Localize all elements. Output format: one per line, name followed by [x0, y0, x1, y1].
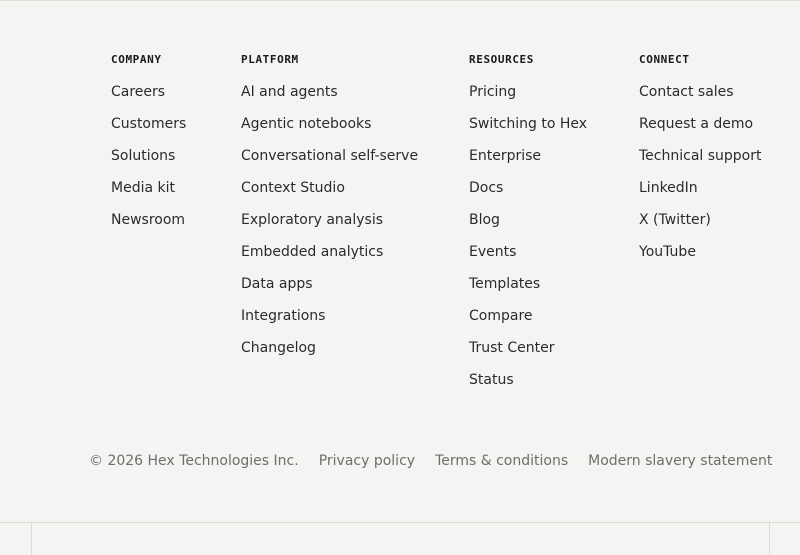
- column-heading-resources: RESOURCES: [469, 53, 535, 66]
- footer-link-compare[interactable]: Compare: [469, 308, 533, 324]
- footer-link-changelog[interactable]: Changelog: [241, 340, 316, 356]
- footer-link-x-twitter[interactable]: X (Twitter): [639, 212, 711, 228]
- footer-column-resources: RESOURCES Pricing Switching to Hex Enter…: [469, 53, 587, 403]
- bottom-right-edge-line: [769, 522, 770, 555]
- footer-link-embedded-analytics[interactable]: Embedded analytics: [241, 244, 383, 260]
- footer-link-customers[interactable]: Customers: [111, 116, 186, 132]
- footer-link-data-apps[interactable]: Data apps: [241, 276, 313, 292]
- terms-conditions-link[interactable]: Terms & conditions: [435, 452, 568, 470]
- footer-link-enterprise[interactable]: Enterprise: [469, 148, 541, 164]
- legal-bar: © 2026 Hex Technologies Inc. Privacy pol…: [89, 452, 772, 470]
- footer-link-technical-support[interactable]: Technical support: [639, 148, 762, 164]
- footer-link-contact-sales[interactable]: Contact sales: [639, 84, 734, 100]
- column-heading-platform: PLATFORM: [241, 53, 299, 66]
- footer-link-switching-to-hex[interactable]: Switching to Hex: [469, 116, 587, 132]
- footer-link-ai-and-agents[interactable]: AI and agents: [241, 84, 338, 100]
- footer-link-youtube[interactable]: YouTube: [639, 244, 696, 260]
- footer-link-docs[interactable]: Docs: [469, 180, 503, 196]
- column-heading-connect: CONNECT: [639, 53, 690, 66]
- footer-link-agentic-notebooks[interactable]: Agentic notebooks: [241, 116, 371, 132]
- bottom-divider: [0, 522, 800, 523]
- column-heading-company: COMPANY: [111, 53, 162, 66]
- footer-link-newsroom[interactable]: Newsroom: [111, 212, 185, 228]
- modern-slavery-statement-link[interactable]: Modern slavery statement: [588, 452, 772, 470]
- bottom-left-edge-line: [31, 522, 32, 555]
- privacy-policy-link[interactable]: Privacy policy: [319, 452, 415, 470]
- footer-link-careers[interactable]: Careers: [111, 84, 165, 100]
- footer-link-templates[interactable]: Templates: [469, 276, 540, 292]
- footer-link-media-kit[interactable]: Media kit: [111, 180, 175, 196]
- copyright-text: © 2026 Hex Technologies Inc.: [89, 453, 299, 469]
- footer-link-request-a-demo[interactable]: Request a demo: [639, 116, 753, 132]
- footer-column-company: COMPANY Careers Customers Solutions Medi…: [111, 53, 186, 243]
- footer-link-conversational-self-serve[interactable]: Conversational self-serve: [241, 148, 418, 164]
- footer-link-pricing[interactable]: Pricing: [469, 84, 516, 100]
- footer-link-events[interactable]: Events: [469, 244, 516, 260]
- footer-link-trust-center[interactable]: Trust Center: [469, 340, 554, 356]
- footer-link-blog[interactable]: Blog: [469, 212, 500, 228]
- footer-link-linkedin[interactable]: LinkedIn: [639, 180, 698, 196]
- top-divider: [0, 0, 800, 1]
- footer-link-context-studio[interactable]: Context Studio: [241, 180, 345, 196]
- footer-link-solutions[interactable]: Solutions: [111, 148, 175, 164]
- footer-column-platform: PLATFORM AI and agents Agentic notebooks…: [241, 53, 418, 371]
- footer-column-connect: CONNECT Contact sales Request a demo Tec…: [639, 53, 762, 275]
- footer-link-status[interactable]: Status: [469, 372, 514, 388]
- footer-link-exploratory-analysis[interactable]: Exploratory analysis: [241, 212, 383, 228]
- footer-link-integrations[interactable]: Integrations: [241, 308, 325, 324]
